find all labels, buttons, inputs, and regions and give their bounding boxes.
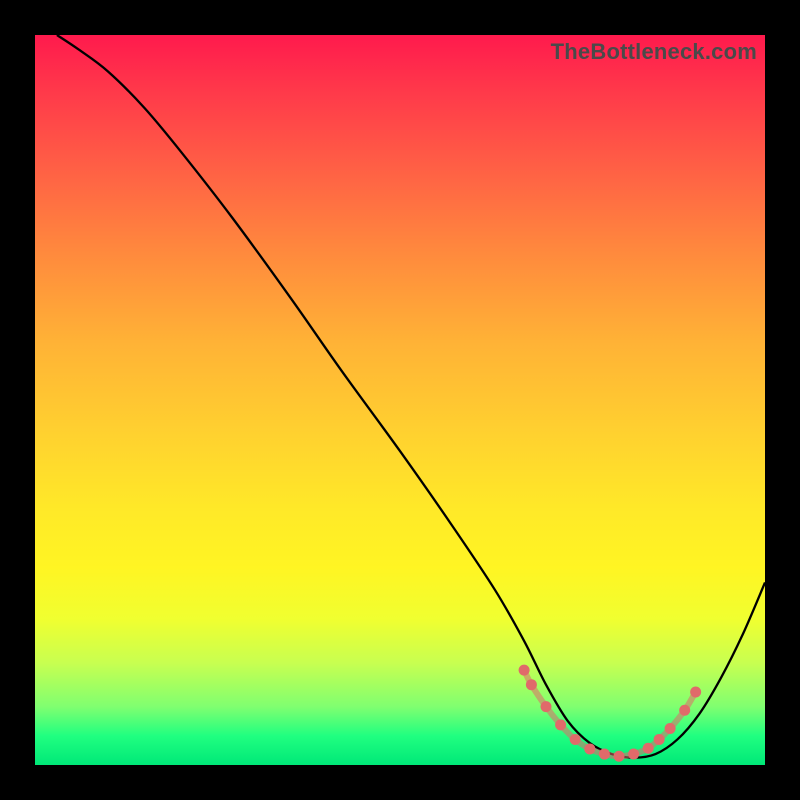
marker-dot: [643, 743, 654, 754]
plot-area: TheBottleneck.com: [35, 35, 765, 765]
marker-band: [524, 670, 696, 756]
chart-frame: TheBottleneck.com: [0, 0, 800, 800]
chart-svg: [35, 35, 765, 765]
marker-dot: [526, 679, 537, 690]
curve-path: [57, 35, 765, 758]
marker-dot: [665, 723, 676, 734]
marker-dot: [614, 751, 625, 762]
marker-dot: [628, 749, 639, 760]
marker-group: [519, 665, 702, 762]
marker-dot: [690, 687, 701, 698]
marker-dot: [584, 743, 595, 754]
marker-dot: [679, 705, 690, 716]
marker-dot: [519, 665, 530, 676]
marker-dot: [555, 719, 566, 730]
marker-dot: [541, 701, 552, 712]
marker-dot: [599, 749, 610, 760]
marker-dot: [570, 734, 581, 745]
marker-dot: [654, 734, 665, 745]
